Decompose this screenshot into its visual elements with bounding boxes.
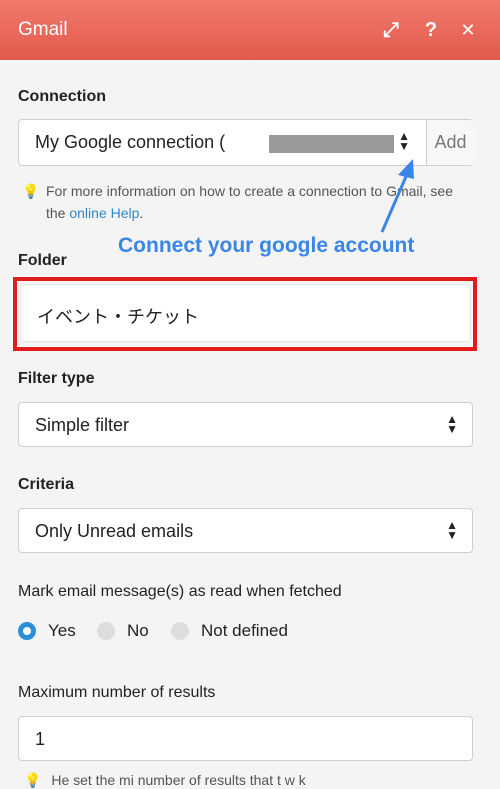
radio-label: No: [127, 621, 149, 640]
folder-label: Folder: [18, 252, 67, 269]
annotation-arrow: [380, 159, 414, 233]
max-results-label: Maximum number of results: [18, 684, 216, 701]
filter-type-value: Simple filter: [35, 415, 130, 435]
mark-read-label: Mark email message(s) as read when fetch…: [18, 583, 342, 600]
chevron-updown-icon: ▲ ▼: [446, 412, 458, 436]
folder-value: イベント・チケット: [37, 307, 199, 327]
filter-type-label: Filter type: [18, 370, 95, 387]
radio-empty-icon: [171, 622, 189, 640]
chevron-updown-icon: ▲ ▼: [446, 518, 458, 542]
radio-empty-icon: [97, 622, 115, 640]
max-results-input[interactable]: 1: [18, 716, 473, 761]
radio-selected-icon: [18, 622, 36, 640]
max-results-value: 1: [35, 729, 46, 749]
annotation-text: Connect your google account: [118, 234, 415, 257]
folder-input[interactable]: イベント・チケット: [20, 284, 471, 342]
criteria-select[interactable]: Only Unread emails ▲ ▼: [18, 508, 473, 553]
criteria-label: Criteria: [18, 476, 75, 493]
filter-type-select[interactable]: Simple filter ▲ ▼: [18, 402, 473, 447]
lightbulb-icon: 💡: [24, 772, 42, 788]
max-results-help: 💡 He set the mi number of results that t…: [24, 772, 306, 788]
radio-label: Not defined: [201, 621, 288, 640]
radio-label: Yes: [48, 621, 76, 640]
criteria-value: Only Unread emails: [35, 521, 194, 541]
